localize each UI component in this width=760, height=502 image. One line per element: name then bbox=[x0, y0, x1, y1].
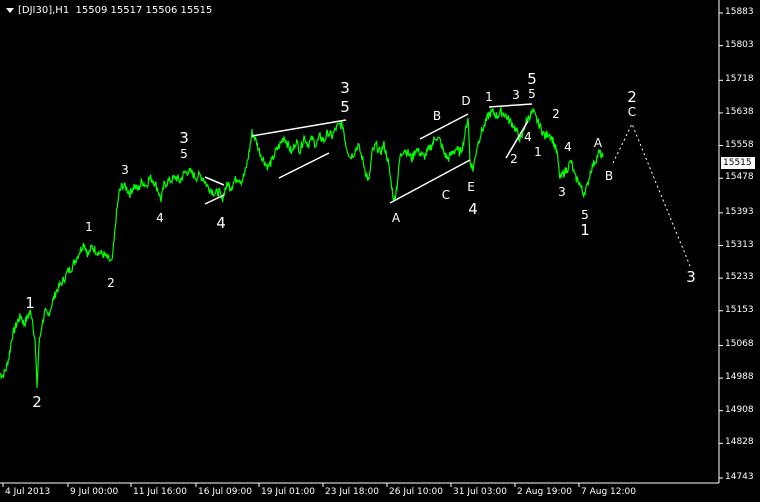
price-tick-label: 14908 bbox=[725, 404, 754, 415]
wave-label: 3 bbox=[512, 88, 520, 102]
wave-label: 3 bbox=[179, 129, 189, 147]
wave-label: C bbox=[441, 188, 451, 202]
price-tick-label: 14828 bbox=[725, 437, 754, 448]
wave-label: 5 bbox=[527, 70, 537, 88]
time-tick-label: 9 Jul 00:00 bbox=[70, 487, 119, 497]
wave-label: E bbox=[467, 180, 475, 194]
time-tick-label: 2 Aug 19:00 bbox=[517, 487, 572, 497]
time-tick-label: 11 Jul 16:00 bbox=[133, 487, 187, 497]
trend-line bbox=[278, 152, 330, 179]
price-tick-label: 15478 bbox=[725, 172, 754, 183]
wave-label: 2 bbox=[510, 152, 518, 166]
wave-label: D bbox=[461, 94, 471, 108]
price-tick-label: 15313 bbox=[725, 239, 754, 250]
price-tick-label: 15153 bbox=[725, 304, 754, 315]
price-tick-label: 15803 bbox=[725, 39, 754, 50]
price-tick-label: 15638 bbox=[725, 106, 754, 117]
wave-label: A bbox=[593, 136, 603, 150]
wave-label: 1 bbox=[580, 221, 590, 239]
wave-label: 5 bbox=[581, 208, 589, 222]
wave-label: 5 bbox=[528, 87, 536, 101]
wave-label: 4 bbox=[156, 211, 164, 225]
trend-line bbox=[204, 176, 225, 186]
price-tick-label: 15233 bbox=[725, 272, 754, 283]
wave-label: 2 bbox=[627, 88, 637, 106]
time-tick-label: 7 Aug 12:00 bbox=[581, 487, 636, 497]
price-tick-label: 15718 bbox=[725, 74, 754, 85]
price-tick-label: 15068 bbox=[725, 339, 754, 350]
trend-line bbox=[389, 159, 471, 204]
current-price-tag: 15515 bbox=[721, 157, 755, 170]
wave-label: 2 bbox=[107, 276, 115, 290]
price-series-line bbox=[0, 105, 604, 388]
wave-label: 5 bbox=[340, 98, 350, 116]
time-tick-label: 26 Jul 10:00 bbox=[389, 487, 443, 497]
price-tick-label: 15558 bbox=[725, 139, 754, 150]
wave-label: 2 bbox=[32, 393, 42, 411]
chart-header: [DJI30],H1 15509 15517 15506 15515 bbox=[6, 5, 212, 16]
wave-label: 4 bbox=[216, 214, 226, 232]
wave-label: 2 bbox=[552, 107, 560, 121]
trend-line bbox=[488, 103, 533, 108]
wave-label: B bbox=[432, 109, 442, 123]
price-tick-label: 15883 bbox=[725, 7, 754, 17]
trading-chart-window[interactable]: [DJI30],H1 15509 15517 15506 15515 15883… bbox=[0, 0, 760, 502]
ohlc-values: 15509 15517 15506 15515 bbox=[75, 5, 213, 16]
wave-label: B bbox=[604, 169, 614, 183]
time-tick-label: 4 Jul 2013 bbox=[5, 487, 51, 497]
time-tick-label: 31 Jul 03:00 bbox=[453, 487, 507, 497]
price-tick-label: 14988 bbox=[725, 372, 754, 383]
wave-label: 1 bbox=[534, 145, 542, 159]
wave-label: 5 bbox=[180, 147, 188, 161]
wave-label: 1 bbox=[485, 90, 493, 104]
wave-label: 4 bbox=[468, 200, 478, 218]
wave-label: C bbox=[627, 105, 637, 119]
wave-label: 4 bbox=[524, 130, 532, 144]
wave-label: 3 bbox=[686, 268, 696, 286]
price-tick-label: 15393 bbox=[725, 206, 754, 217]
trend-line bbox=[419, 113, 469, 140]
wave-label: 3 bbox=[121, 163, 129, 177]
wave-label: 3 bbox=[558, 185, 566, 199]
time-tick-label: 19 Jul 01:00 bbox=[261, 487, 315, 497]
dropdown-arrow-icon[interactable] bbox=[6, 7, 14, 13]
wave-label: 3 bbox=[340, 79, 350, 97]
wave-label: A bbox=[391, 211, 401, 225]
wave-label: 4 bbox=[564, 140, 572, 154]
projection-line bbox=[612, 122, 691, 267]
time-tick-label: 23 Jul 18:00 bbox=[325, 487, 379, 497]
price-tick-label: 14743 bbox=[725, 472, 754, 482]
wave-label: 1 bbox=[25, 294, 35, 312]
symbol-label: [DJI30],H1 bbox=[18, 5, 70, 16]
wave-label: 1 bbox=[85, 220, 93, 234]
price-chart[interactable] bbox=[0, 0, 760, 502]
time-tick-label: 16 Jul 09:00 bbox=[198, 487, 252, 497]
